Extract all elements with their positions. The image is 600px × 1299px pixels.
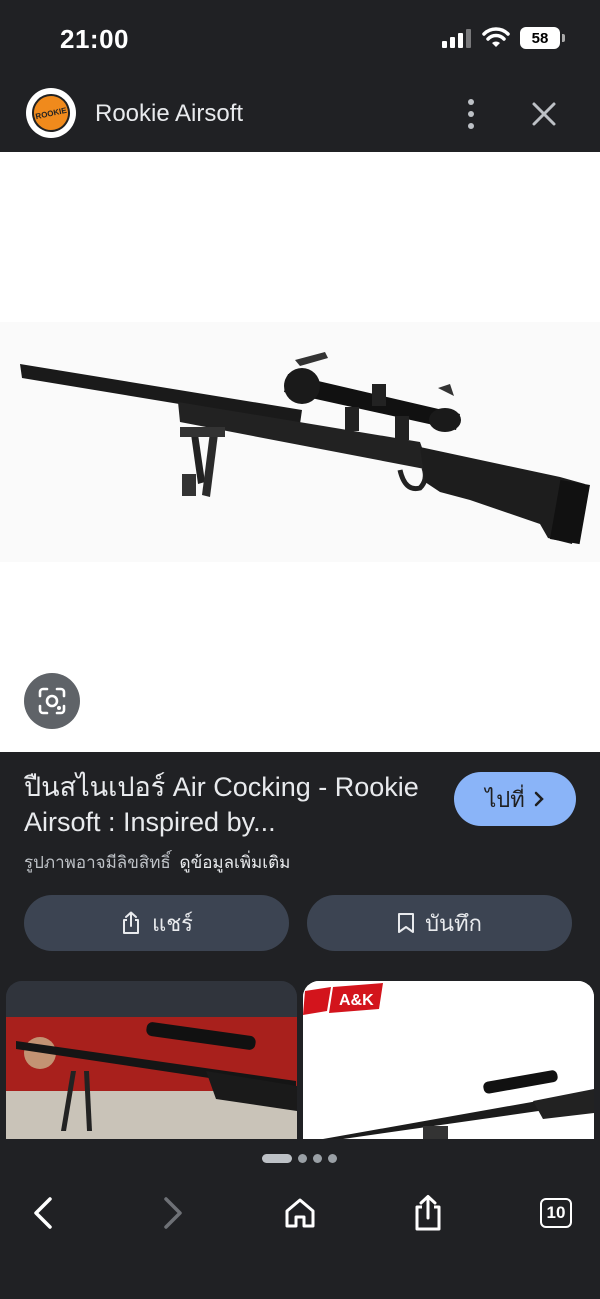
status-time: 21:00 [60, 24, 129, 54]
rifle-image [0, 322, 600, 562]
tabs-icon: 10 [540, 1198, 572, 1228]
site-logo[interactable]: ROOKIE [26, 88, 76, 138]
carousel-dots [262, 1154, 337, 1163]
share-button[interactable]: แชร์ [24, 895, 289, 951]
meta-line: รูปภาพอาจมีลิขสิทธิ์ ดูข้อมูลเพิ่มเติม [24, 849, 290, 876]
lens-icon [38, 687, 66, 715]
site-name[interactable]: Rookie Airsoft [95, 100, 243, 128]
battery-icon: 58 [520, 27, 565, 49]
brand-logo-text: A&K [339, 992, 374, 1009]
share-label: แชร์ [152, 910, 193, 936]
carousel-dot-active [262, 1154, 292, 1163]
carousel-dot [313, 1154, 322, 1163]
bookmark-icon [398, 913, 415, 933]
share-page-button[interactable] [404, 1189, 452, 1237]
back-icon [34, 1197, 52, 1229]
carousel-dot [298, 1154, 307, 1163]
tabs-button[interactable]: 10 [532, 1189, 580, 1237]
status-icons: 58 [442, 27, 565, 49]
bottom-navigation: 10 [0, 1139, 600, 1299]
close-icon[interactable] [528, 98, 560, 130]
home-button[interactable] [276, 1189, 324, 1237]
forward-button[interactable] [148, 1189, 196, 1237]
related-image-1[interactable] [6, 981, 297, 1139]
copyright-notice: รูปภาพอาจมีลิขสิทธิ์ [24, 853, 171, 872]
related-image-2-picture: A&K [303, 981, 594, 1139]
save-label: บันทึก [425, 910, 482, 936]
wifi-icon [482, 27, 510, 47]
lens-button[interactable] [24, 673, 80, 729]
viewer-header: ROOKIE Rookie Airsoft [0, 80, 600, 152]
related-image-1-picture [6, 981, 297, 1139]
home-icon [285, 1198, 315, 1228]
chevron-right-icon [534, 791, 544, 807]
battery-level: 58 [531, 29, 549, 47]
site-logo-mark: ROOKIE [28, 90, 74, 136]
status-bar: 21:00 58 [0, 0, 600, 80]
related-image-2[interactable]: A&K [303, 981, 594, 1139]
save-button[interactable]: บันทึก [307, 895, 572, 951]
share-icon [415, 1195, 441, 1231]
site-logo-text: ROOKIE [34, 105, 68, 121]
forward-icon [164, 1197, 182, 1229]
more-vert-icon[interactable] [458, 94, 484, 134]
main-image[interactable] [0, 152, 600, 752]
share-icon [123, 911, 140, 934]
visit-button[interactable]: ไปที่ [454, 772, 576, 826]
tabs-count: 10 [546, 1203, 566, 1222]
signal-icon [442, 29, 471, 48]
visit-button-label: ไปที่ [485, 786, 525, 812]
back-button[interactable] [20, 1189, 68, 1237]
more-info-link[interactable]: ดูข้อมูลเพิ่มเติม [180, 853, 291, 872]
carousel-dot [328, 1154, 337, 1163]
result-title[interactable]: ปืนสไนเปอร์ Air Cocking - Rookie Airsoft… [24, 770, 434, 840]
